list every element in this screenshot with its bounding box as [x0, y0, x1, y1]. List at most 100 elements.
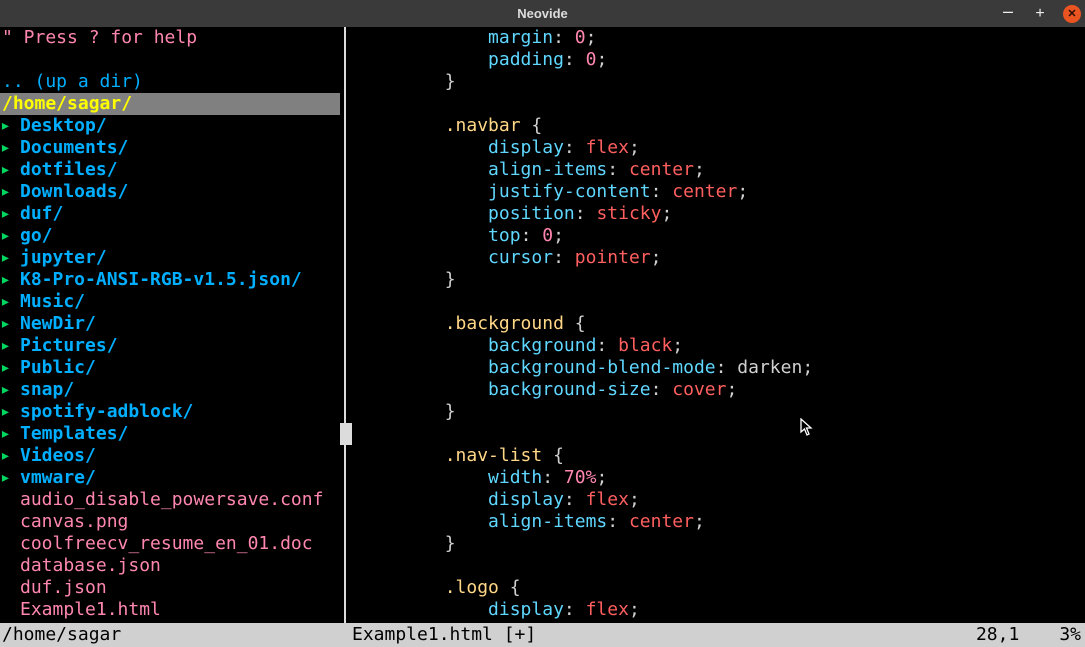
tree-arrow-icon: ▸: [0, 379, 20, 401]
code-token: [358, 577, 445, 598]
code-line[interactable]: .navbar {: [358, 115, 1085, 137]
code-token: [358, 247, 488, 268]
code-token: ;: [553, 225, 564, 246]
code-line[interactable]: background: black;: [358, 335, 1085, 357]
code-line[interactable]: width: 70%;: [358, 467, 1085, 489]
split-cursor-block: [340, 423, 352, 445]
code-line[interactable]: [358, 291, 1085, 313]
code-line[interactable]: display: flex;: [358, 489, 1085, 511]
code-line[interactable]: margin: 0;: [358, 27, 1085, 49]
tree-dir-item[interactable]: ▸Pictures/: [0, 335, 340, 357]
code-line[interactable]: display: flex;: [358, 137, 1085, 159]
maximize-button[interactable]: +: [1031, 5, 1049, 23]
code-token: background-size: [488, 379, 651, 400]
code-line[interactable]: top: 0;: [358, 225, 1085, 247]
tree-file-item[interactable]: audio_disable_powersave.conf: [0, 489, 340, 511]
tree-item-name: coolfreecv_resume_en_01.doc: [20, 533, 313, 555]
code-line[interactable]: background-blend-mode: darken;: [358, 357, 1085, 379]
code-token: display: [488, 599, 564, 620]
code-line[interactable]: align-items: center;: [358, 159, 1085, 181]
tree-dir-item[interactable]: ▸vmware/: [0, 467, 340, 489]
tree-dir-item[interactable]: ▸Documents/: [0, 137, 340, 159]
tree-file-item[interactable]: Example1.html: [0, 599, 340, 621]
code-line[interactable]: justify-content: center;: [358, 181, 1085, 203]
code-line[interactable]: cursor: pointer;: [358, 247, 1085, 269]
tree-item-name: NewDir/: [20, 313, 96, 335]
code-token: display: [488, 137, 564, 158]
code-token: : darken;: [716, 357, 814, 378]
status-filename: Example1.html [+]: [352, 624, 536, 646]
code-editor[interactable]: margin: 0; padding: 0; } .navbar { displ…: [352, 27, 1085, 623]
code-line[interactable]: .nav-list {: [358, 445, 1085, 467]
tree-current-path[interactable]: /home/sagar/: [0, 93, 340, 115]
code-line[interactable]: background-size: cover;: [358, 379, 1085, 401]
code-token: 0: [586, 49, 597, 70]
tree-dir-item[interactable]: ▸jupyter/: [0, 247, 340, 269]
tree-dir-item[interactable]: ▸snap/: [0, 379, 340, 401]
tree-file-item[interactable]: canvas.png: [0, 511, 340, 533]
tree-dir-item[interactable]: ▸go/: [0, 225, 340, 247]
tree-up-dir[interactable]: .. (up a dir): [0, 71, 340, 93]
code-token: center: [629, 511, 694, 532]
code-token: :: [564, 489, 586, 510]
tree-dir-item[interactable]: ▸Desktop/: [0, 115, 340, 137]
vertical-split[interactable]: [340, 27, 352, 623]
tree-dir-item[interactable]: ▸spotify-adblock/: [0, 401, 340, 423]
status-scroll-pct: 3%: [1059, 624, 1085, 646]
code-token: [358, 181, 488, 202]
code-token: ;: [596, 49, 607, 70]
window-controls: – + ✕: [999, 5, 1081, 23]
code-token: ;: [737, 181, 748, 202]
code-token: 0: [542, 225, 553, 246]
tree-dir-item[interactable]: ▸Templates/: [0, 423, 340, 445]
tree-dir-item[interactable]: ▸dotfiles/: [0, 159, 340, 181]
code-token: ;: [694, 511, 705, 532]
code-line[interactable]: position: sticky;: [358, 203, 1085, 225]
tree-item-name: snap/: [20, 379, 74, 401]
close-button[interactable]: ✕: [1063, 5, 1081, 23]
code-line[interactable]: [358, 555, 1085, 577]
tree-dir-item[interactable]: ▸NewDir/: [0, 313, 340, 335]
tree-item-name: duf.json: [20, 577, 107, 599]
tree-item-name: jupyter/: [20, 247, 107, 269]
code-line[interactable]: padding: 0;: [358, 49, 1085, 71]
tree-item-name: Videos/: [20, 445, 96, 467]
tree-dir-item[interactable]: ▸K8-Pro-ANSI-RGB-v1.5.json/: [0, 269, 340, 291]
code-token: [358, 27, 488, 48]
file-tree-panel[interactable]: " Press ? for help .. (up a dir) /home/s…: [0, 27, 340, 623]
code-line[interactable]: .logo {: [358, 577, 1085, 599]
code-token: }: [358, 269, 456, 290]
code-token: black: [618, 335, 672, 356]
tree-item-name: Desktop/: [20, 115, 107, 137]
code-token: display: [488, 489, 564, 510]
tree-arrow-icon: ▸: [0, 357, 20, 379]
tree-file-item[interactable]: duf.json: [0, 577, 340, 599]
tree-dir-item[interactable]: ▸Music/: [0, 291, 340, 313]
tree-dir-item[interactable]: ▸Downloads/: [0, 181, 340, 203]
tree-item-name: duf/: [20, 203, 63, 225]
tree-file-item[interactable]: database.json: [0, 555, 340, 577]
tree-dir-item[interactable]: ▸duf/: [0, 203, 340, 225]
tree-file-item[interactable]: coolfreecv_resume_en_01.doc: [0, 533, 340, 555]
tree-arrow-icon: ▸: [0, 335, 20, 357]
tree-dir-item[interactable]: ▸Public/: [0, 357, 340, 379]
code-line[interactable]: [358, 423, 1085, 445]
minimize-button[interactable]: –: [999, 2, 1017, 20]
code-token: position: [488, 203, 575, 224]
tree-dir-item[interactable]: ▸Videos/: [0, 445, 340, 467]
code-line[interactable]: }: [358, 533, 1085, 555]
code-token: [358, 379, 488, 400]
code-line[interactable]: }: [358, 71, 1085, 93]
code-line[interactable]: display: flex;: [358, 599, 1085, 621]
code-line[interactable]: [358, 93, 1085, 115]
code-line[interactable]: align-items: center;: [358, 511, 1085, 533]
code-token: justify-content: [488, 181, 651, 202]
code-line[interactable]: }: [358, 269, 1085, 291]
tree-item-name: Downloads/: [20, 181, 128, 203]
tree-arrow-icon: ▸: [0, 467, 20, 489]
code-line[interactable]: .background {: [358, 313, 1085, 335]
code-token: ;: [586, 27, 597, 48]
code-line[interactable]: }: [358, 401, 1085, 423]
code-token: :: [575, 203, 597, 224]
code-token: background-blend-mode: [488, 357, 716, 378]
